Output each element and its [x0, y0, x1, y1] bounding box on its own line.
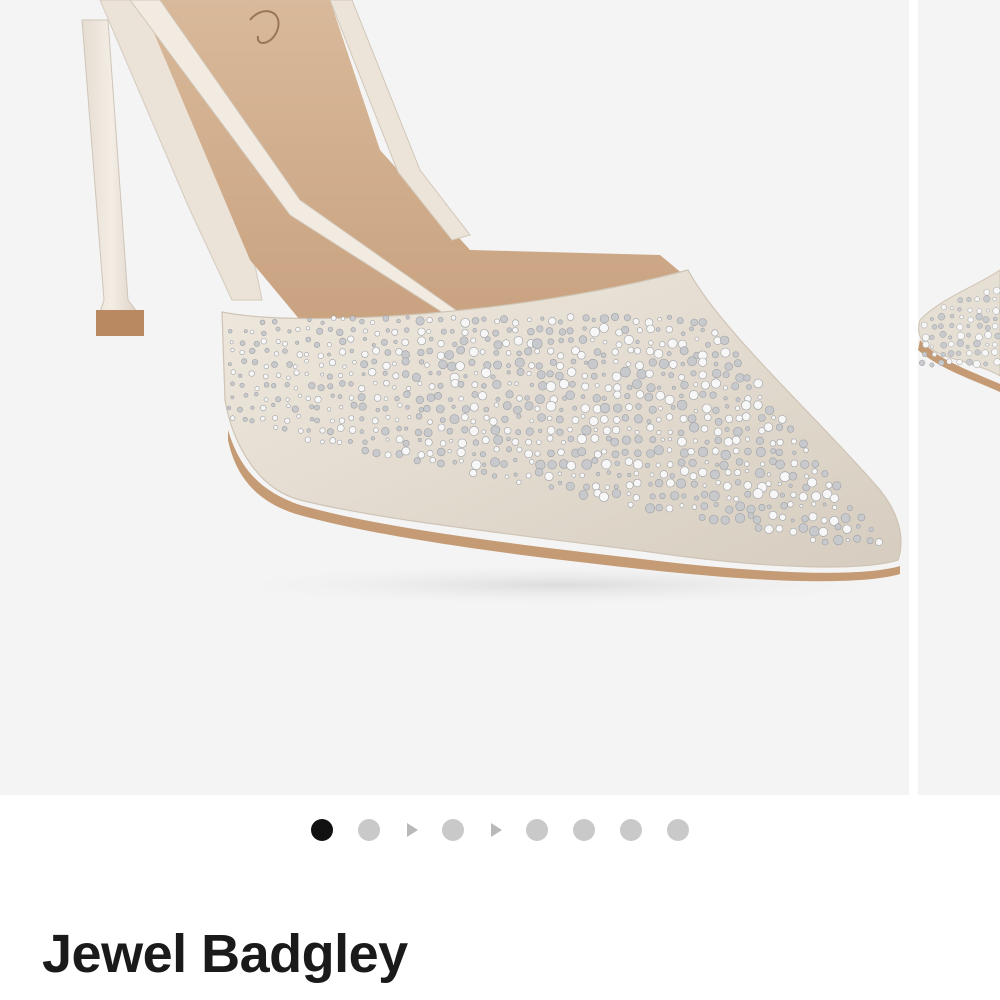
video-play-icon[interactable] [490, 823, 502, 837]
product-image-carousel[interactable] [0, 0, 1000, 795]
pagination-dot[interactable] [526, 819, 548, 841]
pagination-dot[interactable] [442, 819, 464, 841]
product-image-next-preview[interactable] [918, 0, 1000, 795]
video-play-icon[interactable] [406, 823, 418, 837]
product-title: Jewel Badgley [42, 924, 408, 984]
pagination-dot[interactable] [358, 819, 380, 841]
pagination-dot[interactable] [573, 819, 595, 841]
pagination-indicators[interactable] [299, 819, 702, 841]
product-page: Jewel Badgley [0, 0, 1000, 1000]
shoe-image [81, 0, 909, 607]
pagination-dot-active[interactable] [311, 819, 333, 841]
carousel-pagination[interactable] [0, 812, 1000, 848]
shoe-image-preview [918, 269, 1000, 392]
pagination-dot[interactable] [667, 819, 689, 841]
product-image-current[interactable] [0, 0, 909, 795]
pagination-dot[interactable] [620, 819, 642, 841]
